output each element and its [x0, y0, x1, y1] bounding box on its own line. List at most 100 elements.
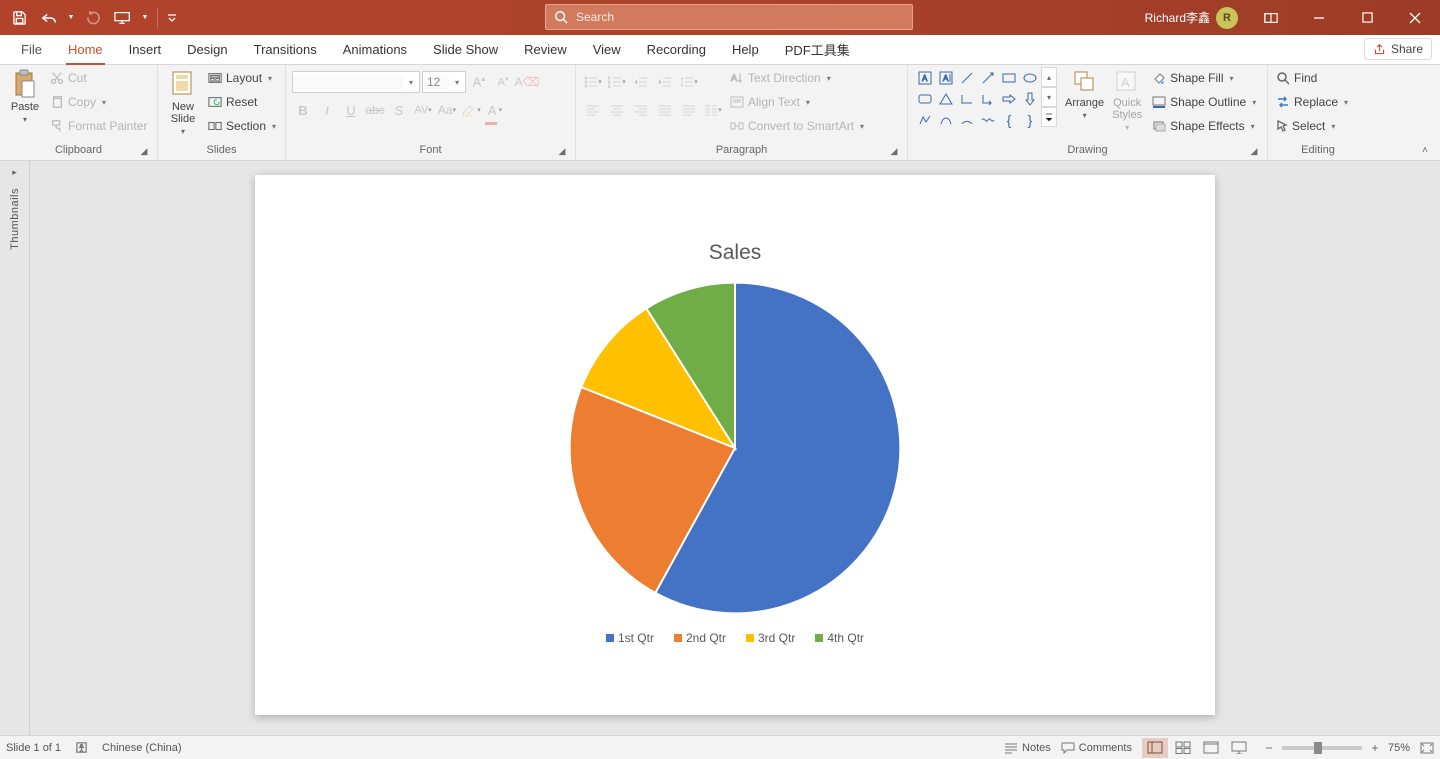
zoom-in-button[interactable]: + — [1368, 741, 1382, 755]
shape-effects-button[interactable]: Shape Effects▾ — [1150, 115, 1258, 137]
shape-curve[interactable] — [936, 110, 956, 130]
expand-thumbnails-icon[interactable]: ▸ — [12, 167, 17, 178]
reset-button[interactable]: Reset — [206, 91, 278, 113]
shapes-gallery[interactable]: A A { } — [914, 67, 1041, 131]
tab-home[interactable]: Home — [55, 34, 116, 64]
avatar[interactable]: R — [1216, 7, 1238, 29]
tab-file[interactable]: File — [8, 34, 55, 64]
reading-view-button[interactable] — [1198, 738, 1224, 758]
format-painter-button[interactable]: Format Painter — [48, 115, 149, 137]
user-name[interactable]: Richard李鑫 — [1145, 9, 1210, 26]
shape-left-brace[interactable]: { — [999, 110, 1019, 130]
zoom-out-button[interactable]: − — [1262, 741, 1276, 755]
tab-pdf-tools[interactable]: PDF工具集 — [772, 34, 863, 64]
shape-outline-button[interactable]: Shape Outline▾ — [1150, 91, 1258, 113]
normal-view-button[interactable] — [1142, 738, 1168, 758]
section-button[interactable]: Section▾ — [206, 115, 278, 137]
canvas-scroll[interactable]: Sales 1st Qtr2nd Qtr3rd Qtr4th Qtr — [30, 161, 1440, 735]
text-direction-button[interactable]: AText Direction▾ — [728, 67, 866, 89]
numbering-button[interactable]: 123▾ — [606, 71, 628, 93]
tab-transitions[interactable]: Transitions — [241, 34, 330, 64]
maximize-button[interactable] — [1344, 1, 1390, 35]
shape-freeform[interactable] — [915, 110, 935, 130]
ribbon-display-options-button[interactable] — [1248, 1, 1294, 35]
align-left-button[interactable] — [582, 99, 604, 121]
start-dropdown[interactable]: ▼ — [140, 5, 150, 31]
decrease-indent-button[interactable] — [630, 71, 652, 93]
comments-button[interactable]: Comments — [1061, 742, 1132, 754]
slide[interactable]: Sales 1st Qtr2nd Qtr3rd Qtr4th Qtr — [255, 175, 1215, 715]
slideshow-view-button[interactable] — [1226, 738, 1252, 758]
search-box[interactable] — [545, 4, 913, 30]
tab-help[interactable]: Help — [719, 34, 772, 64]
shape-arrow-line[interactable] — [978, 68, 998, 88]
char-spacing-button[interactable]: AV▾ — [412, 99, 434, 121]
align-text-button[interactable]: Align Text▾ — [728, 91, 866, 113]
customize-qat-button[interactable] — [165, 5, 179, 31]
layout-button[interactable]: Layout▾ — [206, 67, 278, 89]
paste-button[interactable]: Paste▾ — [6, 67, 44, 126]
gallery-down[interactable]: ▾ — [1041, 87, 1057, 107]
zoom-level[interactable]: 75% — [1388, 742, 1410, 754]
start-from-beginning-button[interactable] — [110, 5, 136, 31]
shape-down-arrow[interactable] — [1020, 89, 1040, 109]
minimize-button[interactable] — [1296, 1, 1342, 35]
clear-formatting-button[interactable]: A⌫ — [516, 71, 538, 93]
tab-recording[interactable]: Recording — [634, 34, 719, 64]
shape-textbox[interactable]: A — [915, 68, 935, 88]
shape-vert-textbox[interactable]: A — [936, 68, 956, 88]
slide-sorter-button[interactable] — [1170, 738, 1196, 758]
save-button[interactable] — [6, 5, 32, 31]
shape-triangle[interactable] — [936, 89, 956, 109]
copy-button[interactable]: Copy▾ — [48, 91, 149, 113]
zoom-control[interactable]: − + 75% — [1262, 741, 1410, 755]
line-spacing-button[interactable]: ▾ — [678, 71, 700, 93]
distribute-button[interactable] — [678, 99, 700, 121]
shape-line[interactable] — [957, 68, 977, 88]
tab-review[interactable]: Review — [511, 34, 580, 64]
columns-button[interactable]: ▾ — [702, 99, 724, 121]
close-button[interactable] — [1392, 1, 1438, 35]
bold-button[interactable]: B — [292, 99, 314, 121]
font-color-button[interactable]: A▾ — [484, 99, 506, 121]
thumbnails-rail[interactable]: ▸ Thumbnails — [0, 161, 30, 735]
undo-dropdown[interactable]: ▼ — [66, 5, 76, 31]
change-case-button[interactable]: Aa▾ — [436, 99, 458, 121]
font-launcher[interactable]: ◢ — [555, 144, 569, 158]
paragraph-launcher[interactable]: ◢ — [887, 144, 901, 158]
font-family-combo[interactable]: ▾ — [292, 71, 420, 93]
quick-styles-button[interactable]: A QuickStyles▾ — [1108, 67, 1146, 134]
find-button[interactable]: Find — [1274, 67, 1350, 89]
highlight-button[interactable]: ▾ — [460, 99, 482, 121]
undo-button[interactable] — [36, 5, 62, 31]
slide-indicator[interactable]: Slide 1 of 1 — [6, 742, 61, 754]
share-button[interactable]: Share — [1364, 38, 1432, 60]
shape-rrect[interactable] — [915, 89, 935, 109]
tab-design[interactable]: Design — [174, 34, 240, 64]
decrease-font-button[interactable]: A▾ — [492, 71, 514, 93]
redo-button[interactable] — [80, 5, 106, 31]
shape-right-brace[interactable]: } — [1020, 110, 1040, 130]
font-family-input[interactable] — [293, 75, 403, 89]
accessibility-button[interactable] — [75, 741, 88, 754]
font-size-input[interactable] — [423, 75, 449, 89]
align-right-button[interactable] — [630, 99, 652, 121]
fit-to-window-button[interactable] — [1420, 742, 1434, 754]
zoom-slider[interactable] — [1282, 746, 1362, 750]
convert-smartart-button[interactable]: Convert to SmartArt▾ — [728, 115, 866, 137]
tab-animations[interactable]: Animations — [330, 34, 420, 64]
tab-slideshow[interactable]: Slide Show — [420, 34, 511, 64]
underline-button[interactable]: U — [340, 99, 362, 121]
shape-right-arrow[interactable] — [999, 89, 1019, 109]
increase-font-button[interactable]: A▴ — [468, 71, 490, 93]
shape-fill-button[interactable]: Shape Fill▾ — [1150, 67, 1258, 89]
increase-indent-button[interactable] — [654, 71, 676, 93]
tab-view[interactable]: View — [580, 34, 634, 64]
drawing-launcher[interactable]: ◢ — [1247, 144, 1261, 158]
clipboard-launcher[interactable]: ◢ — [137, 144, 151, 158]
text-shadow-button[interactable]: S — [388, 99, 410, 121]
select-button[interactable]: Select▾ — [1274, 115, 1350, 137]
shape-wave[interactable] — [978, 110, 998, 130]
search-input[interactable] — [576, 10, 904, 24]
shape-oval[interactable] — [1020, 68, 1040, 88]
